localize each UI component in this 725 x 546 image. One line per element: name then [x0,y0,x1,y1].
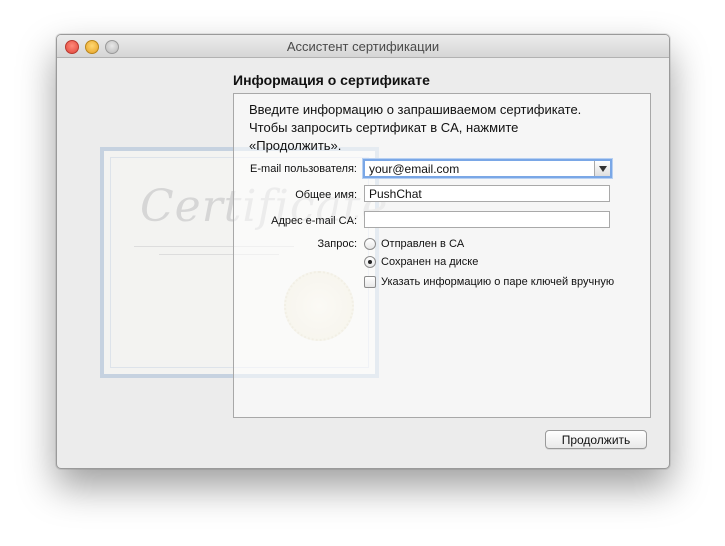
title-bar: Ассистент сертификации [57,35,669,58]
email-value: your@email.com [369,162,460,176]
email-label: E-mail пользователя: [250,163,357,175]
window-title: Ассистент сертификации [286,39,440,54]
ca-email-label: Адрес e-mail CA: [271,215,357,227]
email-dropdown-button[interactable] [594,161,610,176]
chevron-down-icon [598,165,607,172]
manual-keypair-checkbox[interactable] [364,276,376,288]
radio-save-to-disk-label[interactable]: Сохранен на диске [381,256,478,268]
common-name-input[interactable]: PushChat [364,185,610,202]
manual-keypair-label[interactable]: Указать информацию о паре ключей вручную [381,276,614,288]
continue-button[interactable]: Продолжить [545,430,647,449]
page-title: Информация о сертификате [233,72,430,88]
certificate-assistant-window: Ассистент сертификации Certificate Инфор… [56,34,670,469]
instructions-line: Чтобы запросить сертификат в CA, нажмите [249,120,519,135]
common-name-label: Общее имя: [295,189,357,201]
radio-send-to-ca[interactable] [364,238,376,250]
instructions-line: Введите информацию о запрашиваемом серти… [249,102,582,117]
request-label: Запрос: [317,238,357,250]
email-combobox[interactable]: your@email.com [363,159,612,178]
instructions-line: «Продолжить». [249,138,342,153]
radio-save-to-disk[interactable] [364,256,376,268]
instructions-text: Введите информацию о запрашиваемом серти… [249,101,644,155]
radio-send-to-ca-label[interactable]: Отправлен в CA [381,238,464,250]
ca-email-input[interactable] [364,211,610,228]
